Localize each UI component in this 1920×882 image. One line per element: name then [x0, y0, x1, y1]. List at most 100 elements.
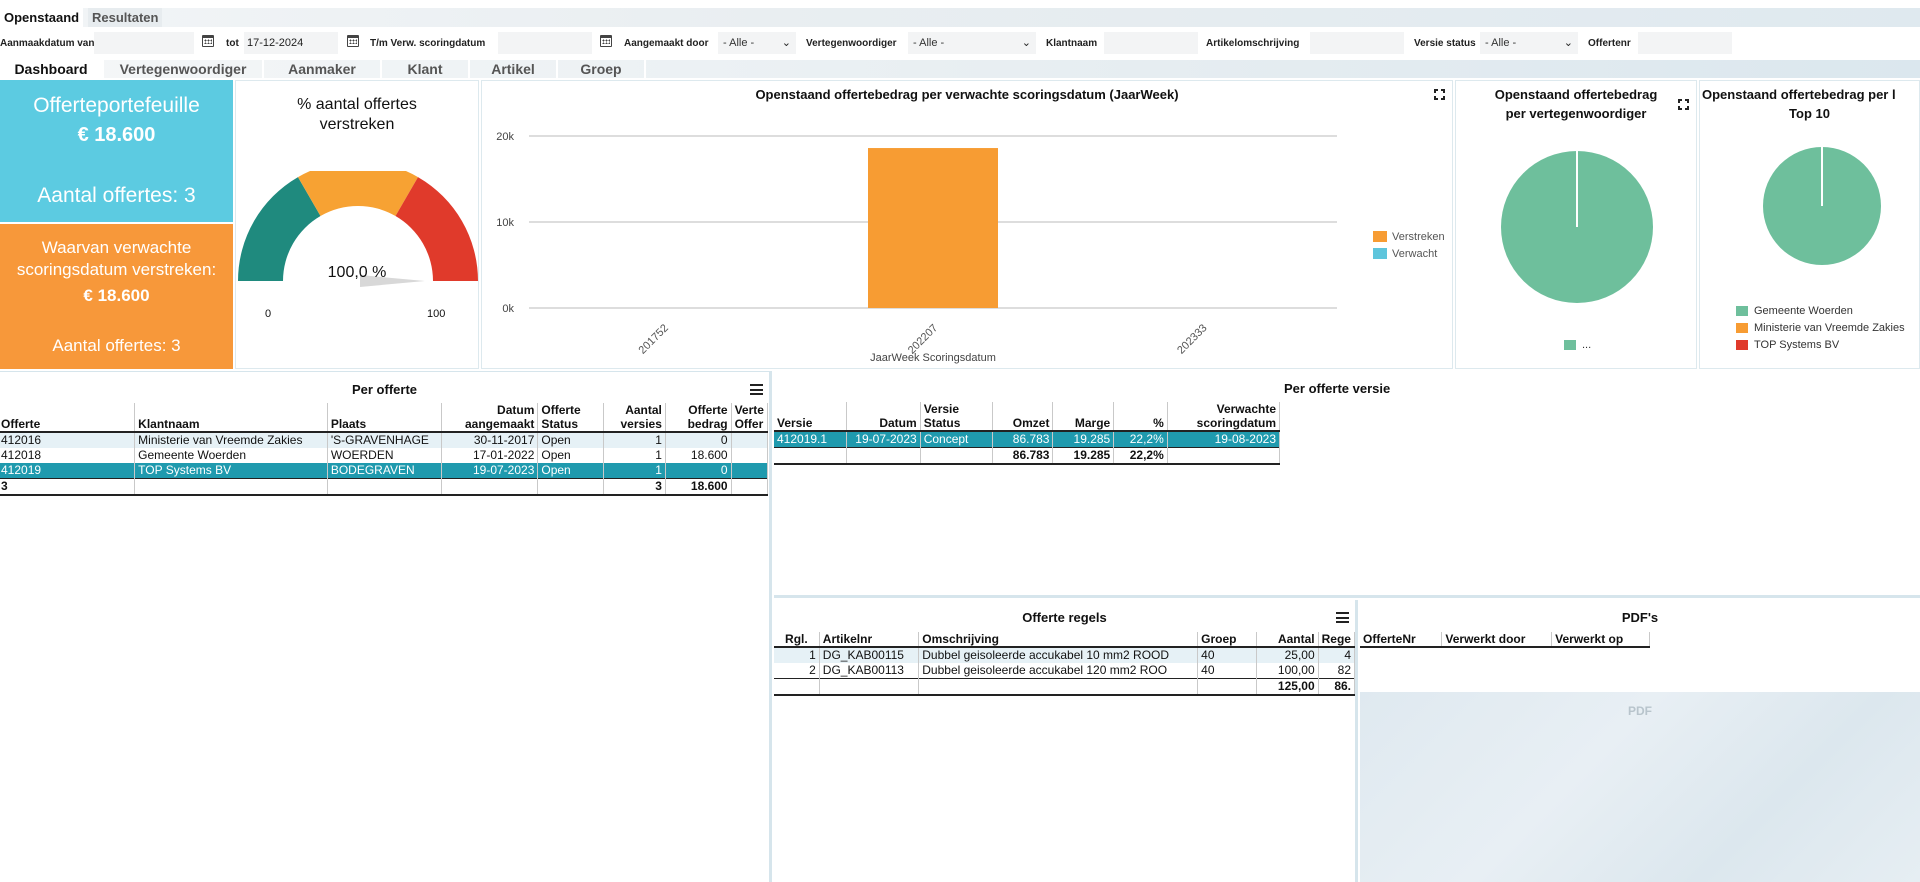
total-aantal: 3 [603, 478, 666, 496]
cell-percentage: 22,2% [1113, 431, 1168, 448]
aanmaakdatum-van-input[interactable] [94, 32, 194, 54]
col-percentage[interactable]: % [1113, 402, 1168, 432]
offerte-regels-panel: Offerte regels Rgl. Artikelnr Omschrijvi… [774, 600, 1358, 882]
tm-scoringdatum-input[interactable] [498, 32, 592, 54]
col-datum-aangemaakt[interactable]: Datum aangemaakt [441, 403, 539, 433]
bar[interactable] [868, 148, 998, 308]
chevron-down-icon: ⌄ [781, 37, 791, 49]
col-groep[interactable]: Groep [1197, 632, 1258, 648]
legend-item[interactable]: Gemeente Woerden [1736, 303, 1905, 320]
aangemaakt-door-select[interactable]: - Alle - ⌄ [718, 32, 796, 54]
cell-artikelnr: DG_KAB00115 [819, 647, 920, 663]
total-bedrag: 18.600 [665, 478, 732, 496]
cell-status: Open [537, 463, 605, 479]
expand-icon[interactable] [1678, 99, 1689, 110]
col-verwerkt-door[interactable]: Verwerkt door [1441, 632, 1553, 648]
tab-vertegenwoordiger[interactable]: Vertegenwoordiger [104, 60, 264, 78]
cell-artikelnr: DG_KAB00113 [819, 663, 920, 679]
cell-versie: 412019.1 [774, 431, 847, 448]
offertenr-label: Offertenr [1588, 38, 1631, 49]
calendar-icon[interactable] [202, 35, 214, 47]
table-row[interactable]: 1 DG_KAB00115 Dubbel geisoleerde accukab… [774, 647, 1356, 663]
x-axis-label: JaarWeek Scoringsdatum [870, 352, 996, 364]
legend-label[interactable]: Verwacht [1392, 248, 1437, 260]
col-versie[interactable]: Versie [774, 402, 847, 432]
artikelomschrijving-input[interactable] [1310, 32, 1404, 54]
tab-klant[interactable]: Klant [382, 60, 470, 78]
offertenr-input[interactable] [1638, 32, 1732, 54]
cell-status: Concept [920, 431, 993, 448]
col-aantal-versies[interactable]: Aantal versies [603, 403, 666, 433]
col-offerte-bedrag[interactable]: Offerte bedrag [665, 403, 732, 433]
menu-icon[interactable] [750, 384, 763, 395]
legend-swatch [1736, 340, 1748, 351]
cell-aantal: 1 [603, 432, 666, 448]
y-tick-label: 0k [502, 303, 514, 315]
versie-status-select[interactable]: - Alle - ⌄ [1480, 32, 1578, 54]
table-row-selected[interactable]: 412019.1 19-07-2023 Concept 86.783 19.28… [774, 431, 1281, 448]
calendar-icon[interactable] [600, 35, 612, 47]
col-offerte[interactable]: Offerte [0, 403, 136, 433]
col-aantal[interactable]: Aantal [1256, 632, 1319, 648]
table-row-selected[interactable]: 412019 TOP Systems BV BODEGRAVEN 19-07-2… [0, 463, 769, 479]
dashboard-tab-bar: Dashboard Vertegenwoordiger Aanmaker Kla… [0, 60, 1920, 78]
cell-aantal: 1 [603, 463, 666, 479]
cell-datum: 19-07-2023 [441, 463, 539, 479]
table-row[interactable]: 412016 Ministerie van Vreemde Zakies 'S-… [0, 432, 769, 448]
per-versie-table: Versie Datum Versie Status Omzet Marge % … [774, 402, 1281, 465]
klantnaam-input[interactable] [1104, 32, 1198, 54]
table-row[interactable]: 2 DG_KAB00113 Dubbel geisoleerde accukab… [774, 663, 1356, 679]
legend-swatch[interactable] [1373, 248, 1387, 259]
col-vertegenwoordiger[interactable]: Verte Offer [731, 403, 769, 433]
kpi-portfolio-title: Offerteportefeuille [33, 94, 200, 117]
top-tab-bar: Openstaand Resultaten [0, 8, 1920, 27]
pie1-title-2: per vertegenwoordiger [1505, 106, 1647, 121]
table-header: Versie Datum Versie Status Omzet Marge % … [774, 402, 1281, 432]
tab-groep[interactable]: Groep [558, 60, 646, 78]
tab-artikel[interactable]: Artikel [470, 60, 558, 78]
legend-label: Ministerie van Vreemde Zakies [1754, 322, 1905, 334]
vertegenwoordiger-select[interactable]: - Alle - ⌄ [908, 32, 1036, 54]
total-percentage: 22,2% [1113, 447, 1168, 465]
tab-dashboard[interactable]: Dashboard [0, 60, 104, 78]
pdf-table: OfferteNr Verwerkt door Verwerkt op [1360, 632, 1650, 648]
kpi-verstreken: Waarvan verwachte scoringsdatum verstrek… [0, 224, 233, 369]
gauge-title-1: % aantal offertes [297, 96, 417, 113]
pie-chart-vertegenwoordiger [1501, 151, 1653, 303]
col-versie-status[interactable]: Versie Status [920, 402, 993, 432]
legend-swatch[interactable] [1373, 231, 1387, 242]
x-tick-label: 201752 [637, 322, 671, 356]
col-omzet[interactable]: Omzet [992, 402, 1054, 432]
calendar-icon[interactable] [347, 35, 359, 47]
col-artikelnr[interactable]: Artikelnr [819, 632, 920, 648]
col-verwerkt-op[interactable]: Verwerkt op [1551, 632, 1650, 648]
legend-item[interactable]: TOP Systems BV [1736, 337, 1905, 354]
col-marge[interactable]: Marge [1052, 402, 1115, 432]
legend-swatch [1564, 340, 1576, 351]
tab-aanmaker[interactable]: Aanmaker [264, 60, 382, 78]
legend-item[interactable]: Ministerie van Vreemde Zakies [1736, 320, 1905, 337]
col-verwachte-scoringdatum[interactable]: Verwachte scoringdatum [1167, 402, 1281, 432]
tab-openstaand[interactable]: Openstaand [0, 8, 84, 27]
vertegenwoordiger-label: Vertegenwoordiger [806, 38, 897, 49]
col-omschrijving[interactable]: Omschrijving [918, 632, 1199, 648]
col-regelbedrag[interactable]: Rege [1318, 632, 1356, 648]
tot-date-input[interactable]: 17-12-2024 [244, 32, 338, 54]
pdf-viewer-label: PDF [1628, 704, 1652, 718]
cell-scoringdatum: 19-08-2023 [1167, 431, 1281, 448]
table-row[interactable]: 412018 Gemeente Woerden WOERDEN 17-01-20… [0, 448, 769, 463]
pie1-legend[interactable]: ... [1564, 339, 1591, 351]
col-offerte-status[interactable]: Offerte Status [537, 403, 605, 433]
pdf-viewer[interactable]: PDF [1360, 692, 1920, 882]
col-regel[interactable]: Rgl. [774, 632, 820, 648]
table-header: Offerte Klantnaam Plaats Datum aangemaakt… [0, 403, 769, 433]
col-klantnaam[interactable]: Klantnaam [134, 403, 328, 433]
col-offertenr[interactable]: OfferteNr [1360, 632, 1443, 648]
legend-label[interactable]: Verstreken [1392, 231, 1445, 243]
menu-icon[interactable] [1336, 612, 1349, 623]
per-offerte-title: Per offerte [351, 382, 418, 397]
legend-label: Gemeente Woerden [1754, 305, 1853, 317]
col-datum[interactable]: Datum [846, 402, 921, 432]
col-plaats[interactable]: Plaats [327, 403, 442, 433]
tab-resultaten[interactable]: Resultaten [88, 8, 163, 27]
